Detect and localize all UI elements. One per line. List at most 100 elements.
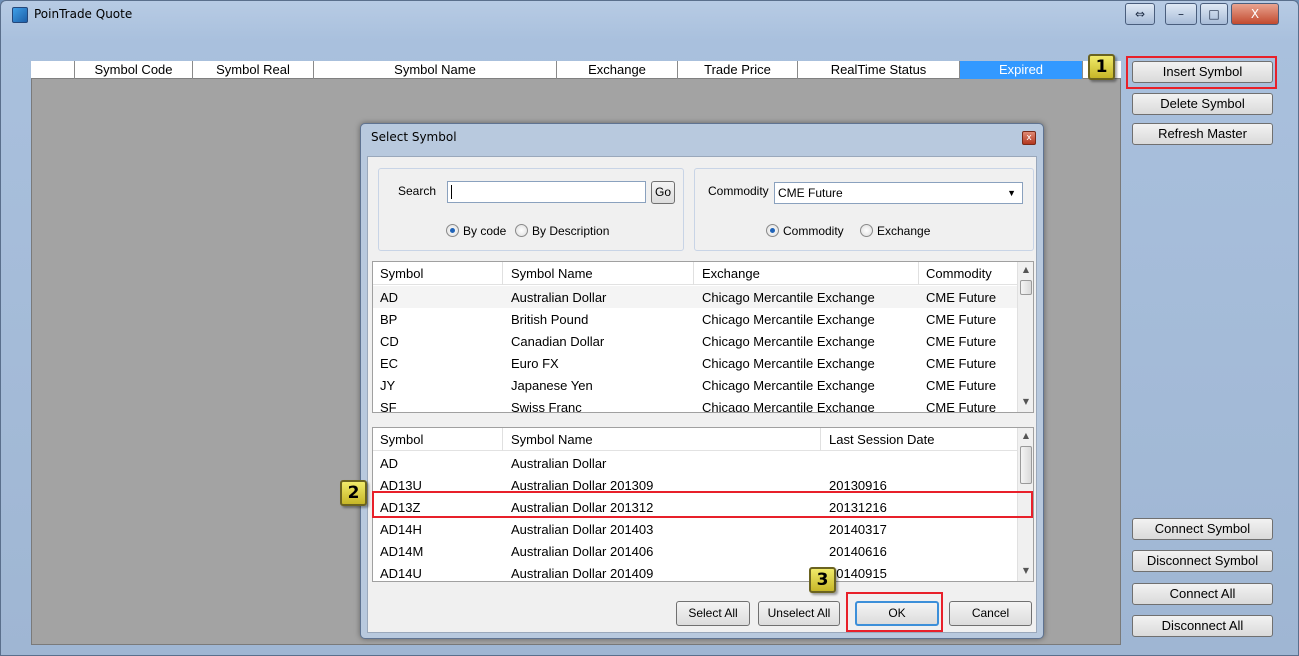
list-item[interactable]: JY Japanese Yen Chicago Mercantile Excha… [373,374,1033,396]
scroll-up-icon[interactable]: ▲ [1018,262,1033,278]
by-code-label: By code [463,224,507,238]
list-item[interactable]: AD14M Australian Dollar 201406 20140616 [373,540,1033,562]
select-symbol-dialog: Select Symbol x Search Go By code By Des… [360,123,1044,639]
cell-symbol-name: Australian Dollar 201403 [511,522,654,537]
search-input[interactable] [447,181,646,203]
highlight-insert-symbol [1126,56,1277,89]
column-header-blank[interactable] [31,61,75,79]
commodity-group: Commodity CME Future ▼ Commodity Exchang… [694,168,1034,251]
maximize-button[interactable]: □ [1200,3,1228,25]
scroll-down-icon[interactable]: ▼ [1018,563,1033,579]
column-header-trade-price[interactable]: Trade Price [678,61,798,79]
header-symbol-name[interactable]: Symbol Name [511,266,593,281]
list-item[interactable]: BP British Pound Chicago Mercantile Exch… [373,308,1033,330]
by-description-radio[interactable] [515,224,528,237]
cell-last-session-date: 20140915 [829,566,887,581]
chevron-down-icon: ▼ [1007,188,1016,198]
symbol-list-scrollbar[interactable]: ▲ ▼ [1017,262,1033,412]
exchange-radio[interactable] [860,224,873,237]
cell-symbol-name: Australian Dollar [511,456,607,471]
scroll-thumb[interactable] [1020,280,1032,295]
app-icon [12,7,28,23]
cell-last-session-date: 20140317 [829,522,887,537]
dialog-body: Search Go By code By Description Commodi… [367,156,1037,633]
minimize-button[interactable]: – [1165,3,1197,25]
list-item[interactable]: EC Euro FX Chicago Mercantile Exchange C… [373,352,1033,374]
cell-exchange: Chicago Mercantile Exchange [702,290,875,305]
cell-exchange: Chicago Mercantile Exchange [702,334,875,349]
restore-arrows-button[interactable]: ⇔ [1125,3,1155,25]
cell-symbol-name: Australian Dollar 201406 [511,544,654,559]
cell-symbol: SF [380,400,397,413]
commodity-select[interactable]: CME Future ▼ [774,182,1023,204]
dialog-close-icon[interactable]: x [1022,131,1036,145]
cell-symbol: AD [380,290,399,305]
cell-symbol-name: Australian Dollar [511,290,607,305]
callout-2: 2 [340,480,367,506]
close-button[interactable]: X [1231,3,1279,25]
commodity-radio-label: Commodity [783,224,844,238]
header-last-session-date[interactable]: Last Session Date [829,432,935,447]
cell-symbol: JY [380,378,396,393]
cell-symbol: BP [380,312,398,327]
list-item[interactable]: SF Swiss Franc Chicago Mercantile Exchan… [373,396,1033,413]
column-header-symbol-code[interactable]: Symbol Code [75,61,193,79]
cell-symbol: AD14M [380,544,424,559]
scroll-up-icon[interactable]: ▲ [1018,428,1033,444]
cell-symbol-name: British Pound [511,312,589,327]
exchange-radio-label: Exchange [877,224,931,238]
connect-symbol-button[interactable]: Connect Symbol [1132,518,1273,540]
cell-symbol-name: Australian Dollar 201409 [511,566,654,581]
scroll-thumb[interactable] [1020,446,1032,484]
header-exchange[interactable]: Exchange [702,266,760,281]
callout-1: 1 [1088,54,1115,80]
commodity-selected-value: CME Future [778,186,843,200]
cell-commodity: CME Future [926,378,997,393]
cell-commodity: CME Future [926,312,997,327]
highlight-ok-button [846,592,943,632]
cell-symbol: AD [380,456,399,471]
quote-table-header: Symbol Code Symbol Real Symbol Name Exch… [31,61,1121,79]
refresh-master-button[interactable]: Refresh Master [1132,123,1273,145]
header-symbol[interactable]: Symbol [380,432,423,447]
scroll-down-icon[interactable]: ▼ [1018,394,1033,410]
cell-symbol: EC [380,356,399,371]
cell-exchange: Chicago Mercantile Exchange [702,400,875,413]
contract-list-header: Symbol Symbol Name Last Session Date [373,428,1033,451]
cell-commodity: CME Future [926,334,997,349]
window-title: PoinTrade Quote [34,7,133,21]
column-header-exchange[interactable]: Exchange [557,61,678,79]
disconnect-all-button[interactable]: Disconnect All [1132,615,1273,637]
list-item[interactable]: CD Canadian Dollar Chicago Mercantile Ex… [373,330,1033,352]
cell-last-session-date: 20140616 [829,544,887,559]
list-item[interactable]: AD Australian Dollar Chicago Mercantile … [373,286,1033,308]
by-code-radio[interactable] [446,224,459,237]
header-symbol[interactable]: Symbol [380,266,423,281]
disconnect-symbol-button[interactable]: Disconnect Symbol [1132,550,1273,572]
column-header-symbol-name[interactable]: Symbol Name [314,61,557,79]
list-item[interactable]: AD Australian Dollar [373,452,1033,474]
title-bar: PoinTrade Quote ⇔ – □ X [1,1,1298,29]
header-symbol-name[interactable]: Symbol Name [511,432,593,447]
symbol-list-header: Symbol Symbol Name Exchange Commodity [373,262,1033,285]
header-commodity[interactable]: Commodity [926,266,992,281]
column-header-expired[interactable]: Expired [960,61,1083,79]
commodity-radio[interactable] [766,224,779,237]
commodity-label: Commodity [708,184,769,198]
list-item[interactable]: AD14U Australian Dollar 201409 20140915 [373,562,1033,581]
callout-3: 3 [809,567,836,593]
connect-all-button[interactable]: Connect All [1132,583,1273,605]
symbol-list[interactable]: Symbol Symbol Name Exchange Commodity AD… [372,261,1034,413]
cell-commodity: CME Future [926,356,997,371]
list-item[interactable]: AD14H Australian Dollar 201403 20140317 [373,518,1033,540]
delete-symbol-button[interactable]: Delete Symbol [1132,93,1273,115]
select-all-button[interactable]: Select All [676,601,750,626]
cell-exchange: Chicago Mercantile Exchange [702,378,875,393]
dialog-title: Select Symbol [371,130,457,144]
column-header-realtime-status[interactable]: RealTime Status [798,61,960,79]
search-label: Search [398,184,437,198]
unselect-all-button[interactable]: Unselect All [758,601,840,626]
cancel-button[interactable]: Cancel [949,601,1032,626]
go-button[interactable]: Go [651,181,675,204]
column-header-symbol-real[interactable]: Symbol Real [193,61,314,79]
